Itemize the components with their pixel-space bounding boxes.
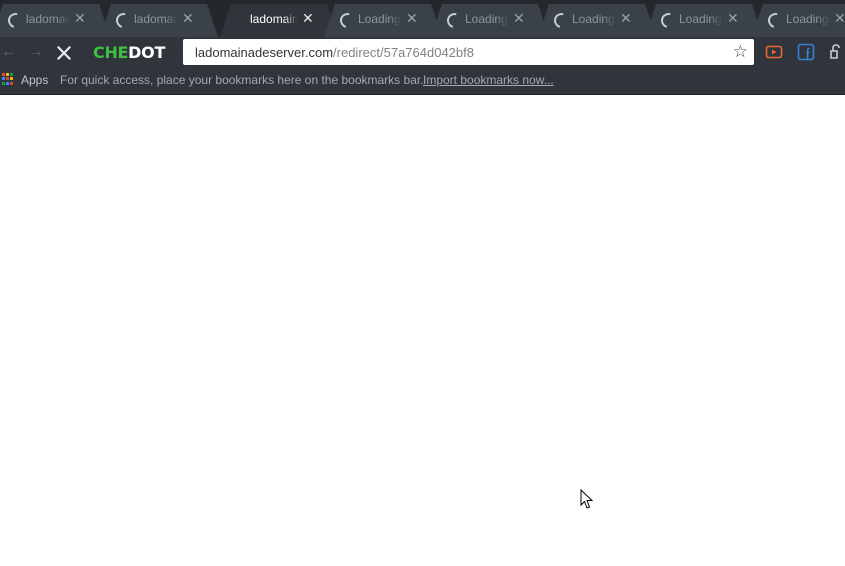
url-host: ladomainadeserver.com [195,45,334,60]
tab-2[interactable]: ladomainadeserver ✕ [100,4,218,37]
mouse-cursor-icon [580,489,594,509]
back-arrow-icon[interactable]: ← [0,43,18,61]
close-tab-icon[interactable]: ✕ [620,11,632,25]
stop-loading-icon[interactable] [55,44,73,62]
tab-4[interactable]: Loading... ✕ [324,4,442,37]
import-bookmarks-link[interactable]: Import bookmarks now... [423,73,554,87]
close-tab-icon[interactable]: ✕ [182,11,194,25]
tab-1[interactable]: ladomainadeserver ✕ [0,4,110,37]
tab-8[interactable]: Loading... ✕ [752,4,845,37]
forward-arrow-icon[interactable]: → [27,43,45,61]
apps-shortcut[interactable]: Apps [21,73,48,87]
toolbar: ← → CHEDOT ladomainadeserver.com/redirec… [0,37,845,68]
close-tab-icon[interactable]: ✕ [834,11,845,25]
tab-title: ladomainadeserver [26,12,70,26]
address-url[interactable]: ladomainadeserver.com/redirect/57a764d04… [195,45,474,60]
close-tab-icon[interactable]: ✕ [74,11,86,25]
page-content [0,95,845,566]
address-bar[interactable]: ladomainadeserver.com/redirect/57a764d04… [183,39,754,65]
tab-title: ladomainadeserver [134,12,178,26]
apps-grid-icon[interactable] [2,73,14,85]
tab-title: Loading... [358,12,402,26]
close-tab-icon[interactable]: ✕ [513,11,525,25]
bookmark-star-icon[interactable]: ☆ [733,42,748,62]
close-tab-icon[interactable]: ✕ [727,11,739,25]
bookmarks-bar: Apps For quick access, place your bookma… [0,68,845,95]
tab-title: Loading... [572,12,616,26]
tab-7[interactable]: Loading... ✕ [645,4,763,37]
extension-icon[interactable] [828,43,845,61]
bookmarks-hint: For quick access, place your bookmarks h… [60,73,424,87]
tab-title: ladomainadeserver [250,12,298,26]
browser-logo: CHEDOT [93,43,166,62]
tab-strip: ladomainadeserver ✕ ladomainadeserver ✕ … [0,0,845,37]
tab-6[interactable]: Loading... ✕ [538,4,656,37]
tab-title: Loading... [786,12,830,26]
youtube-extension-icon[interactable] [765,43,783,61]
close-tab-icon[interactable]: ✕ [406,11,418,25]
tab-title: Loading... [465,12,509,26]
close-tab-icon[interactable]: ✕ [302,11,314,25]
facebook-extension-icon[interactable] [797,43,815,61]
tab-5[interactable]: Loading... ✕ [431,4,549,37]
url-path: /redirect/57a764d042bf8 [333,45,474,60]
tab-title: Loading... [679,12,723,26]
tab-3-active[interactable]: ladomainadeserver ✕ [220,4,338,37]
